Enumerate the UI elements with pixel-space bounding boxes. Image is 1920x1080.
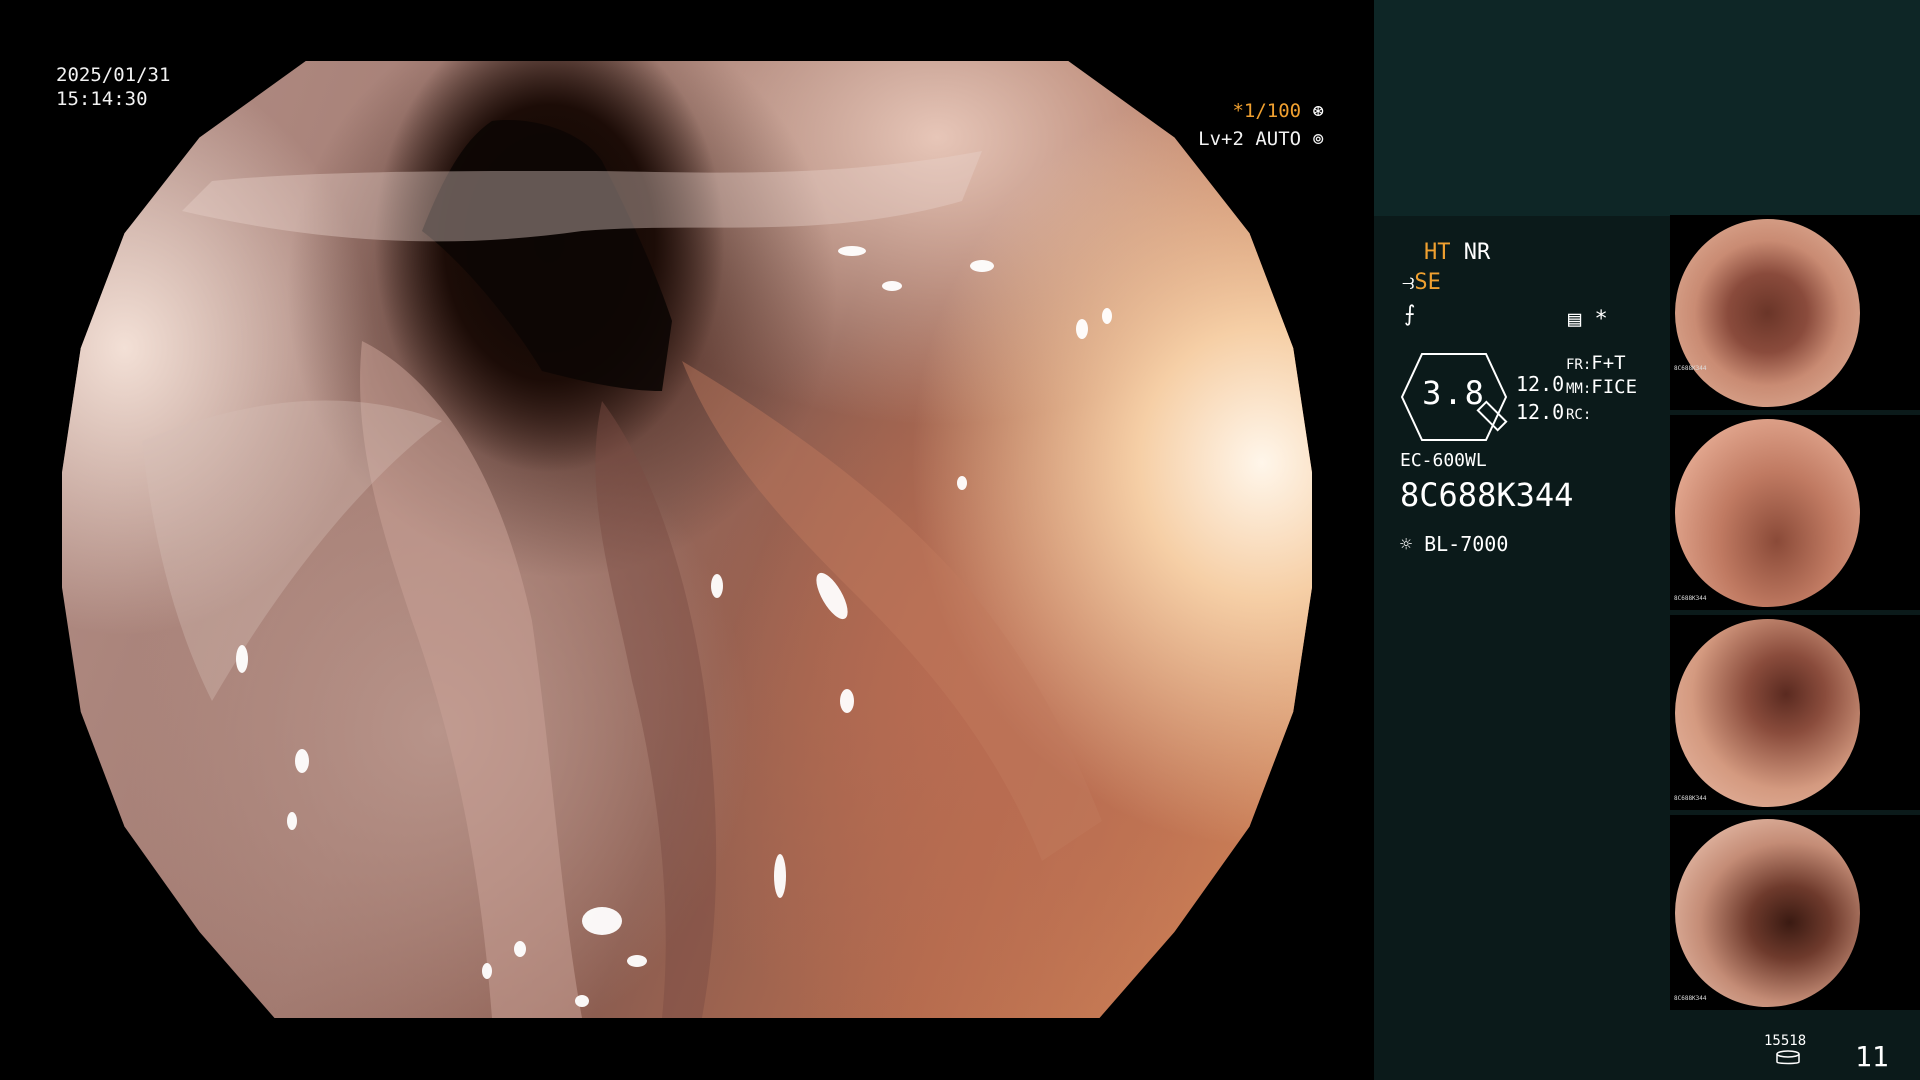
thumbnail-image (1675, 619, 1860, 807)
light-source-label: BL-7000 (1424, 532, 1509, 556)
ht-indicator: HT (1424, 240, 1451, 265)
level-value: Lv+2 AUTO (1198, 128, 1302, 150)
asterisk-indicator: * (1594, 307, 1608, 332)
zoom-value: 3.8 (1422, 374, 1486, 412)
light-source-icon: ☼ (1400, 532, 1413, 556)
thumbnail-image (1675, 819, 1860, 1007)
scope-serial: 8C688K344 (1400, 476, 1574, 514)
enhance-icon: ⨍ (1404, 302, 1416, 327)
rc-label: RC: (1566, 407, 1592, 423)
value-1: 12.0 (1516, 372, 1565, 396)
settings-icon: ▤ (1568, 307, 1582, 332)
zoom-badge: 3.8 (1400, 352, 1508, 442)
thumbnail-image (1675, 219, 1860, 407)
aperture-icon: ⊛ (1312, 100, 1324, 122)
thumbnail-image (1675, 419, 1860, 607)
thumbnail-2[interactable]: 8C688K344 (1670, 415, 1920, 610)
value-2: 12.0 (1516, 400, 1565, 424)
page-number: 11 (1855, 1040, 1889, 1073)
thumbnail-4[interactable]: 8C688K344 (1670, 815, 1920, 1010)
mm-label: MM: (1566, 381, 1592, 397)
mucosa-folds-graphic (142, 120, 1112, 1018)
hook-icon: ⥽ (1402, 270, 1415, 295)
fr-value: F+T (1591, 352, 1626, 374)
se-indicator: SE (1414, 270, 1441, 295)
thumbnail-3[interactable]: 8C688K344 (1670, 615, 1920, 810)
storage-icon (1776, 1050, 1800, 1065)
level-readout: Lv+2 AUTO ⊚ (1198, 127, 1324, 151)
auto-exposure-icon: ⊚ (1312, 128, 1324, 150)
date-time-readout: 2025/01/31 15:14:30 (56, 63, 170, 111)
nr-indicator: NR (1463, 240, 1491, 265)
image-counter: 15518 (1764, 1033, 1807, 1049)
scope-model: EC-600WL (1400, 450, 1487, 471)
time-label: 15:14:30 (56, 88, 148, 110)
thumbnail-label: 8C688K344 (1674, 595, 1707, 602)
fr-label: FR: (1566, 357, 1592, 373)
mm-value: FICE (1591, 376, 1638, 398)
date-label: 2025/01/31 (56, 64, 171, 86)
shutter-readout: *1/100 ⊛ (1232, 99, 1324, 123)
endoscope-live-view (62, 61, 1312, 1018)
thumbnail-label: 8C688K344 (1674, 995, 1707, 1002)
thumbnail-1[interactable]: 8C688K344 (1670, 215, 1920, 410)
shutter-value: *1/100 (1232, 100, 1302, 122)
thumbnail-label: 8C688K344 (1674, 795, 1707, 802)
info-box (1374, 0, 1920, 216)
thumbnail-label: 8C688K344 (1674, 365, 1707, 372)
